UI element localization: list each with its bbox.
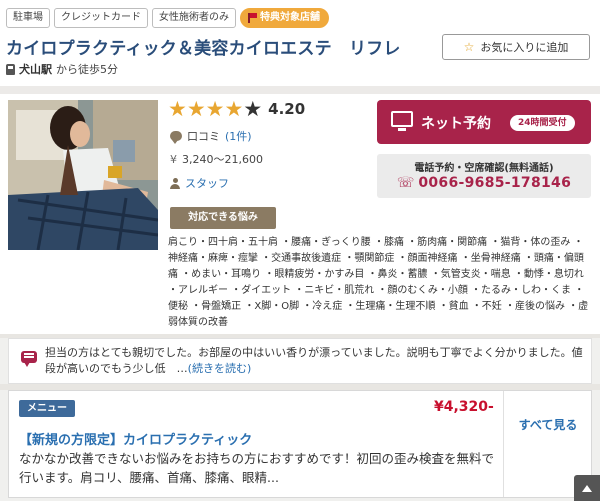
divider [0,86,600,94]
concerns-list: 肩こり・四十肩・五十肩 ・腰痛・ぎっくり腰 ・膝痛 ・筋肉痛・関節痛 ・猫背・体… [168,237,589,328]
special-offer-label: 特典対象店舗 [260,12,320,23]
treatment-photo-image [8,100,158,250]
shop-photo[interactable] [8,100,158,250]
see-all-label: すべて見る [518,417,578,432]
review-excerpt-body: 担当の方はとても親切でした。お部屋の中はいい香りが漂っていました。説明も丁寧でよ… [45,346,583,375]
staff-row[interactable]: スタッフ [170,175,229,191]
star-icon: ★ [168,97,187,121]
concerns-button[interactable]: 対応できる悩み [170,207,276,229]
add-favorite-button[interactable]: ☆ お気に入りに追加 [442,34,590,60]
tag-female-staff: 女性施術者のみ [152,8,236,28]
flag-icon [247,13,257,23]
speech-bubble-icon [21,351,37,367]
rating-value: 4.20 [268,100,306,118]
star-icon: ★ [186,97,206,121]
train-icon [6,63,15,75]
price-row: ¥ 3,240〜21,600 [170,151,263,167]
net-booking-button[interactable]: ネット予約 24時間受付 [377,100,591,144]
special-offer-badge: 特典対象店舗 [240,8,329,28]
price-range: 3,240〜21,600 [182,153,263,166]
review-excerpt-text: 担当の方はとても親切でした。お部屋の中はいい香りが漂っていました。説明も丁寧でよ… [45,345,585,377]
phone-booking-label: 電話予約・空席確認(無料通話) [414,163,554,174]
staff-link[interactable]: スタッフ [185,175,229,191]
star-icon: ★ [243,97,263,121]
tag-parking: 駐車場 [6,8,50,28]
star-outline-icon: ☆ [463,40,475,54]
feature-tags: 駐車場 クレジットカード 女性施術者のみ 特典対象店舗 [6,8,329,28]
comment-icon [170,131,182,144]
menu-title[interactable]: 【新規の方限定】カイロプラクティック [19,429,252,448]
review-label[interactable]: 口コミ [187,128,220,144]
menu-description: なかなか改善できないお悩みをお持ちの方におすすめです！初回の歪み検査を無料で行い… [19,451,495,485]
menu-price: ¥4,320- [434,399,494,415]
review-row[interactable]: 口コミ (1件) [170,128,252,144]
shop-header: 駐車場 クレジットカード 女性施術者のみ 特典対象店舗 カイロプラクティック＆美… [0,0,600,86]
tag-credit-card: クレジットカード [54,8,148,28]
rating-stars: ★ ★ ★ ★ ★ 4.20 [168,98,305,120]
shop-title[interactable]: カイロプラクティック＆美容カイロエステ リフレ [6,34,401,59]
station-name: 犬山駅 [19,63,52,76]
scroll-to-top-button[interactable] [574,475,600,501]
menu-card[interactable]: メニュー ¥4,320- 【新規の方限定】カイロプラクティック なかなか改善でき… [8,390,592,498]
add-favorite-label: お気に入りに追加 [480,41,569,54]
booking-hours-badge: 24時間受付 [510,115,575,131]
monitor-icon [391,111,413,131]
phone-booking[interactable]: 電話予約・空席確認(無料通話) ☏ 0066-9685-178146 [377,154,591,198]
shop-summary: ★ ★ ★ ★ ★ 4.20 口コミ (1件) ¥ 3,240〜21,600 スタ… [0,94,600,334]
review-count[interactable]: (1件) [225,128,252,144]
person-icon [170,177,180,189]
access-time: から徒歩5分 [56,63,118,76]
phone-number[interactable]: 0066-9685-178146 [418,175,571,191]
station-access: 犬山駅 から徒歩5分 [6,61,118,77]
phone-number-row[interactable]: ☏ 0066-9685-178146 [377,175,591,191]
menu-badge: メニュー [19,400,75,417]
net-booking-label: ネット予約 [421,116,491,132]
star-icon: ★ [205,97,225,121]
phone-icon: ☏ [396,175,415,191]
yen-icon: ¥ [170,152,177,166]
read-more-link[interactable]: (続きを読む) [188,362,252,375]
review-excerpt: 担当の方はとても親切でした。お部屋の中はいい香りが漂っていました。説明も丁寧でよ… [8,338,592,384]
star-icon: ★ [224,97,244,121]
